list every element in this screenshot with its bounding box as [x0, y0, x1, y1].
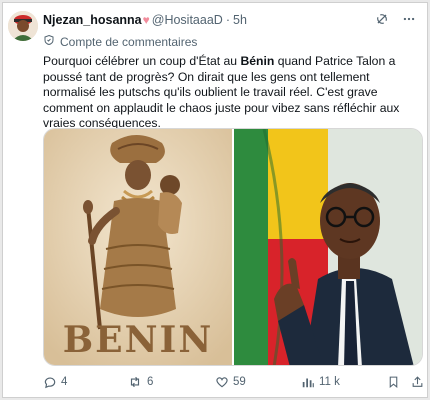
like-count: 59	[233, 376, 246, 388]
reply-button[interactable]: 4	[43, 375, 67, 389]
tweet-text-part1: Pourquoi célébrer un coup d'État au	[43, 54, 241, 68]
like-icon	[215, 375, 229, 389]
action-bar: 4 6 59 11 k	[43, 375, 428, 393]
media-image-left[interactable]: BENIN	[44, 129, 232, 365]
tweet-text-bold[interactable]: Bénin	[240, 54, 274, 68]
tweet-text: Pourquoi célébrer un coup d'État au Béni…	[43, 54, 423, 132]
bookmark-button[interactable]	[387, 375, 400, 389]
tweet-time[interactable]: 5h	[233, 13, 247, 27]
share-button[interactable]	[411, 375, 424, 389]
author-name[interactable]: Njezan_hosanna	[43, 13, 142, 27]
tweet-card[interactable]: Njezan_hosanna ♥ @HositaaaD · 5h Compte …	[2, 2, 428, 398]
avatar[interactable]	[8, 11, 38, 41]
views-count: 11 k	[319, 376, 340, 388]
managed-account-text: Compte de commentaires	[60, 34, 198, 49]
heart-emoji: ♥	[142, 13, 150, 27]
tweet-media[interactable]: BENIN	[43, 128, 423, 366]
views-button[interactable]: 11 k	[301, 375, 340, 389]
repost-icon	[127, 375, 143, 389]
managed-account-icon	[43, 34, 55, 49]
president-photo	[234, 129, 422, 365]
bookmark-icon	[387, 375, 400, 389]
like-button[interactable]: 59	[215, 375, 246, 389]
managed-account-label[interactable]: Compte de commentaires	[43, 34, 197, 49]
repost-button[interactable]: 6	[127, 375, 153, 389]
author-handle[interactable]: @HositaaaD	[152, 13, 223, 27]
repost-count: 6	[147, 376, 154, 388]
tweet-header: Njezan_hosanna ♥ @HositaaaD · 5h	[43, 13, 247, 27]
views-icon	[301, 375, 315, 389]
share-icon	[411, 375, 424, 389]
reply-icon	[43, 375, 57, 389]
reply-count: 4	[61, 376, 68, 388]
media-image-right[interactable]	[234, 129, 422, 365]
media-caption-benin: BENIN	[62, 319, 214, 361]
more-icon[interactable]	[401, 12, 417, 26]
separator-dot: ·	[225, 13, 230, 27]
grok-icon[interactable]	[375, 12, 389, 26]
